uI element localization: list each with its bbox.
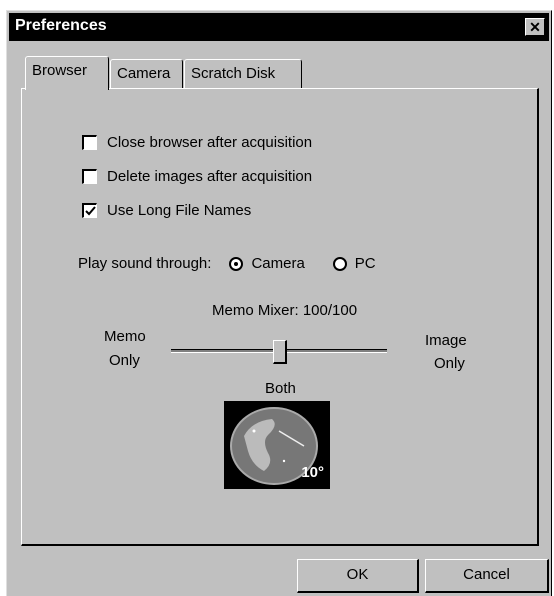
tab-camera[interactable]: Camera [110, 59, 183, 89]
tab-scratch-disk[interactable]: Scratch Disk [184, 59, 302, 89]
option-long-file-names[interactable]: Use Long File Names [82, 202, 251, 219]
preferences-dialog: Preferences ✕ Browser Camera Scratch Dis… [6, 10, 552, 596]
memo-mixer-slider-thumb[interactable] [273, 340, 287, 364]
play-sound-group: Play sound through: Camera PC [78, 255, 376, 272]
memo-mixer-title: Memo Mixer: 100/100 [212, 302, 358, 319]
long-file-names-checkbox[interactable] [82, 203, 97, 218]
title-bar: Preferences ✕ [9, 13, 549, 41]
image-only-label-line2: Only [434, 355, 465, 372]
dialog-title: Preferences [15, 17, 107, 34]
close-browser-checkbox[interactable] [82, 135, 97, 150]
cancel-button[interactable]: Cancel [425, 559, 549, 593]
radio-pc-label: PC [354, 255, 376, 272]
close-icon[interactable]: ✕ [525, 18, 545, 36]
close-browser-label: Close browser after acquisition [107, 134, 313, 151]
option-close-browser[interactable]: Close browser after acquisition [82, 134, 312, 151]
delete-images-checkbox[interactable] [82, 169, 97, 184]
tab-browser[interactable]: Browser [25, 56, 109, 90]
preview-degree-badge: 10° [301, 464, 324, 481]
memo-only-label-line1: Memo [104, 328, 146, 345]
radio-pc[interactable] [332, 256, 347, 271]
memo-only-label-line2: Only [109, 352, 140, 369]
ok-button[interactable]: OK [297, 559, 419, 593]
both-label: Both [265, 380, 296, 397]
delete-images-label: Delete images after acquisition [107, 168, 313, 185]
long-file-names-label: Use Long File Names [107, 202, 252, 219]
option-delete-images[interactable]: Delete images after acquisition [82, 168, 312, 185]
preview-image: 10° [224, 401, 330, 489]
image-only-label-line1: Image [425, 332, 467, 349]
play-sound-label: Play sound through: [78, 255, 212, 272]
radio-camera[interactable] [229, 256, 244, 271]
checkmark-icon [85, 206, 96, 216]
radio-camera-label: Camera [251, 255, 305, 272]
